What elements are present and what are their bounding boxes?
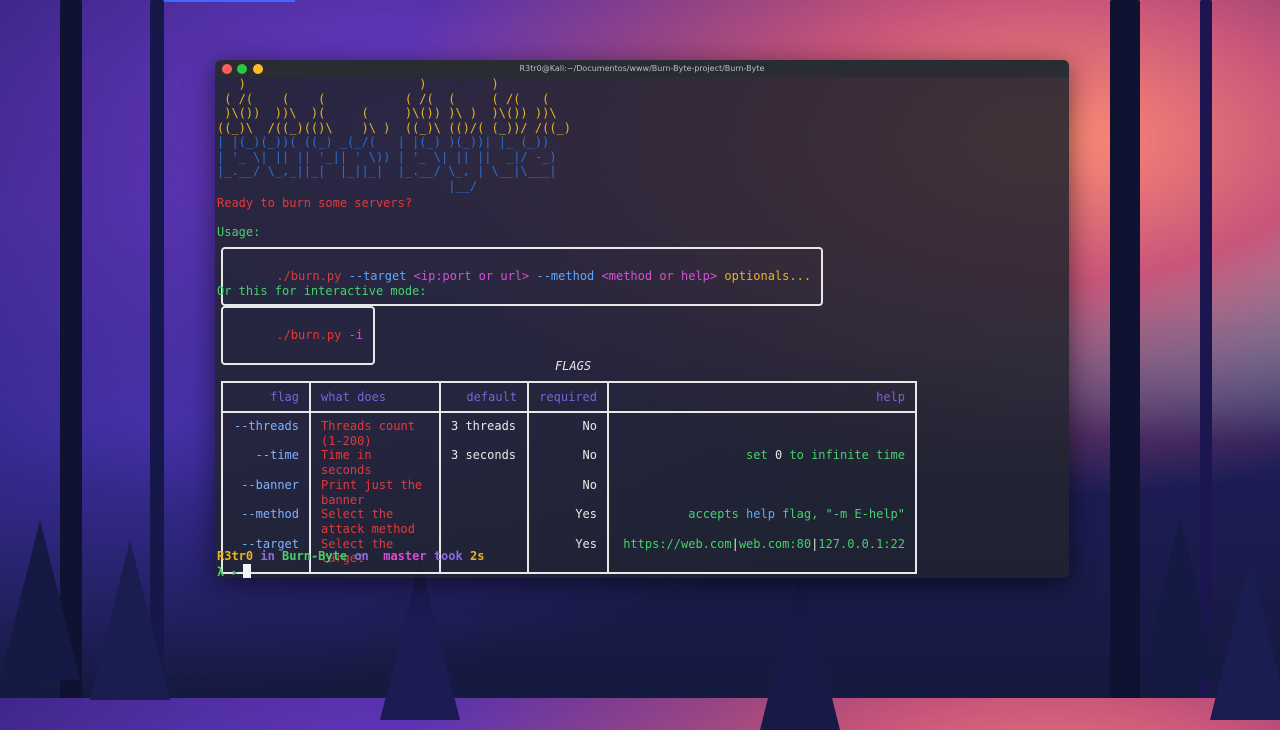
header-help: help (607, 381, 917, 413)
table-row: --threads Threads count (1-200) 3 thread… (221, 412, 917, 449)
table-row: --banner Print just the banner No (221, 477, 917, 508)
row-required: Yes (527, 536, 609, 575)
terminal-window[interactable]: R3tr0@Kali:~/Documentos/www/Burn-Byte-pr… (215, 60, 1069, 578)
row-default: 3 threads (439, 412, 529, 449)
interactive-script: ./burn.py (276, 328, 342, 342)
ready-message: Ready to burn some servers? (217, 196, 413, 210)
prompt-took: took (433, 549, 463, 563)
prompt-duration: 2s (469, 549, 485, 563)
usage-target-arg: <ip:port or url> (413, 269, 530, 283)
ascii-banner: ) ) ) ( /( ( ( ( /( ( ( /( ( )\()) ))\ )… (217, 77, 571, 193)
usage-script: ./burn.py (276, 269, 342, 283)
row-flag: --banner (221, 477, 311, 508)
usage-method-arg: <method or help> (601, 269, 718, 283)
header-what-does: what does (309, 381, 441, 413)
prompt-in: in (260, 549, 275, 563)
usage-target-flag: --target (348, 269, 407, 283)
row-flag: --threads (221, 412, 311, 449)
prompt-user: R3tr0 (217, 549, 254, 563)
row-help (607, 477, 917, 508)
banner-top: ) ) ) ( /( ( ( ( /( ( ( /( ( )\()) ))\ )… (217, 77, 572, 135)
desktop-topbar-indicator (160, 0, 295, 2)
row-what: Threads count (1-200) (309, 412, 441, 449)
terminal-content[interactable]: ) ) ) ( /( ( ( ( /( ( ( /( ( )\()) ))\ )… (217, 77, 1069, 578)
flags-table-header: flag what does default required help (221, 381, 917, 413)
header-required: required (527, 381, 609, 413)
row-default: 3 seconds (439, 448, 529, 478)
maximize-window-button[interactable] (237, 64, 247, 74)
header-default: default (439, 381, 529, 413)
prompt-directory: Burn-Byte (282, 549, 348, 563)
command-line[interactable]: λ ▸ (217, 564, 251, 578)
prompt-on: on (354, 549, 369, 563)
usage-method-flag: --method (536, 269, 595, 283)
close-window-button[interactable] (222, 64, 232, 74)
row-required: No (527, 448, 609, 478)
header-flag: flag (221, 381, 311, 413)
prompt-branch: master (383, 549, 427, 563)
interactive-command-box: ./burn.py -i (221, 306, 376, 365)
flags-table: flag what does default required help --t… (221, 381, 917, 575)
row-what: Time in seconds (309, 448, 441, 478)
shell-prompt: R3tr0 in Burn-Byte on master took 2s (217, 549, 484, 564)
banner-bottom: | |(_)(_))( ((_) _(_/( | |(_) )(_))| |_ … (217, 135, 557, 193)
usage-optionals: optionals... (724, 269, 812, 283)
prompt-symbol: λ ▸ (217, 565, 239, 578)
row-what: Print just the banner (309, 477, 441, 508)
row-required: Yes (527, 507, 609, 537)
window-titlebar[interactable]: R3tr0@Kali:~/Documentos/www/Burn-Byte-pr… (215, 60, 1069, 77)
row-what: Select the attack method (309, 507, 441, 537)
row-help: set 0 to infinite time (607, 448, 917, 478)
row-help: accepts help flag, "-m E-help" (607, 507, 917, 537)
text-cursor[interactable] (242, 564, 251, 578)
flags-title: FLAGS (554, 359, 592, 373)
row-flag: --method (221, 507, 311, 537)
row-required: No (527, 477, 609, 508)
row-flag: --time (221, 448, 311, 478)
minimize-window-button[interactable] (253, 64, 263, 74)
table-row: --method Select the attack method Yes ac… (221, 507, 917, 537)
row-help: https://web.com|web.com:80|127.0.0.1:22 (607, 536, 917, 575)
row-required: No (527, 412, 609, 449)
interactive-flag: -i (348, 328, 364, 342)
row-default (439, 507, 529, 537)
row-help (607, 412, 917, 449)
window-title: R3tr0@Kali:~/Documentos/www/Burn-Byte-pr… (519, 64, 765, 73)
interactive-label: Or this for interactive mode: (217, 284, 427, 298)
table-row: --time Time in seconds 3 seconds No set … (221, 448, 917, 478)
usage-label: Usage: (217, 225, 261, 239)
row-default (439, 477, 529, 508)
